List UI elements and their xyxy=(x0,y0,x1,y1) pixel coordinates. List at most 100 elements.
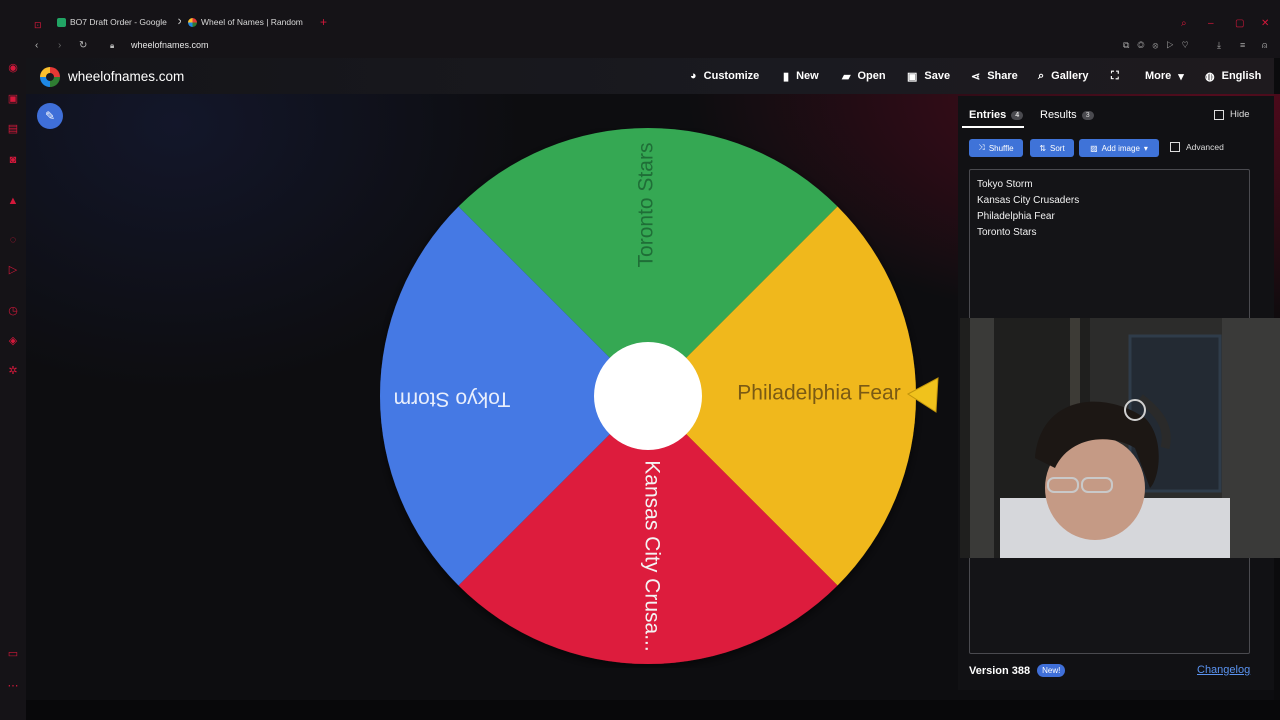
pencil-icon: ✎ xyxy=(44,109,56,123)
nav-label: Save xyxy=(924,70,951,82)
nav-open[interactable]: ▰ Open xyxy=(842,66,886,86)
tab-results[interactable]: Results 3 xyxy=(1040,109,1094,121)
fullscreen-button[interactable]: ⛶ xyxy=(1111,66,1119,86)
sidebar-twitch-icon[interactable]: ▤ xyxy=(7,123,19,135)
tab-entries[interactable]: Entries 4 xyxy=(969,109,1024,121)
new-badge: New! xyxy=(1037,664,1066,677)
sidebar-instagram-icon[interactable]: ◙ xyxy=(7,154,19,166)
version-info: Version 388 New! xyxy=(969,664,1066,677)
nav-more[interactable]: More ▾ xyxy=(1145,66,1184,86)
version-label: Version 388 xyxy=(969,664,1031,677)
nav-customize[interactable]: ◕ Customize xyxy=(690,66,759,86)
chevron-down-icon: ▾ xyxy=(1178,70,1184,83)
browser-tab-wheel[interactable]: Wheel of Names | Random ✕ xyxy=(188,13,314,31)
edit-title-button[interactable]: ✎ xyxy=(37,103,63,129)
nav-share[interactable]: ⋖ Share xyxy=(971,66,1018,86)
webcam-overlay xyxy=(960,318,1280,558)
shuffle-label: Shuffle xyxy=(988,143,1014,153)
save-icon: ▣ xyxy=(907,70,918,83)
lock-icon: 🔒︎ xyxy=(110,41,115,50)
palette-icon: ◕ xyxy=(690,70,697,82)
wheel-logo-icon[interactable] xyxy=(40,67,60,87)
entry-line[interactable]: Philadelphia Fear xyxy=(977,211,1055,222)
shuffle-icon: ⤨ xyxy=(978,143,985,152)
file-icon: ▮ xyxy=(783,70,790,83)
sidebar-cube-icon[interactable]: ◈ xyxy=(7,335,19,347)
brand-title[interactable]: wheelofnames.com xyxy=(68,69,184,84)
hide-toggle[interactable]: Hide xyxy=(1214,109,1250,120)
folder-icon: ▰ xyxy=(842,70,851,83)
share-icon: ⋖ xyxy=(971,70,981,83)
nav-language[interactable]: ◍ English xyxy=(1205,66,1261,86)
add-image-label: Add image xyxy=(1101,143,1140,153)
nav-new[interactable]: ▮ New xyxy=(783,66,819,86)
sidebar-settings-icon[interactable]: ✲ xyxy=(7,365,19,377)
reload-icon[interactable]: ↻ xyxy=(79,40,87,51)
nav-label: Gallery xyxy=(1051,70,1089,82)
back-icon[interactable]: ‹ xyxy=(35,40,38,51)
entry-line[interactable]: Tokyo Storm xyxy=(977,179,1033,190)
menu-icon[interactable]: ≡ xyxy=(1240,40,1245,50)
sidebar-aria-icon[interactable]: ▲ xyxy=(7,195,19,207)
browser-tab-sheets[interactable]: BO7 Draft Order - Google ✕ xyxy=(57,13,181,31)
close-tab-icon[interactable]: ✕ xyxy=(177,17,181,28)
sidebar-play-icon[interactable]: ▷ xyxy=(7,264,19,276)
changelog-link[interactable]: Changelog xyxy=(1197,664,1250,676)
chevron-down-icon: ▾ xyxy=(1143,143,1148,153)
wheel-label-kansas: Kansas City Crusa... xyxy=(640,460,663,651)
browser-sidebar: ◎ ◉ ▣ ▤ ◙ ▲ ◌ ▷ ◷ ◈ ✲ ▭ ⋯ xyxy=(0,0,26,720)
wheel-center[interactable] xyxy=(594,342,702,450)
tab-label: Entries xyxy=(969,109,1007,121)
tab-title: BO7 Draft Order - Google xyxy=(70,17,167,27)
sort-button[interactable]: ⇅ Sort xyxy=(1030,139,1074,157)
browser-tab-bar: ⊡ BO7 Draft Order - Google ✕ Wheel of Na… xyxy=(0,0,1280,34)
nav-label: Customize xyxy=(703,70,760,82)
hide-label: Hide xyxy=(1230,109,1250,120)
sidebar-app-icon[interactable]: ◉ xyxy=(7,62,19,74)
sidebar-panel-icon[interactable]: ▭ xyxy=(7,648,19,660)
search-icon: ⌕ xyxy=(1038,69,1045,82)
sidebar-whatsapp-icon[interactable]: ◌ xyxy=(7,234,19,246)
entry-line[interactable]: Toronto Stars xyxy=(977,227,1036,238)
sheets-icon xyxy=(57,17,66,27)
close-tab-icon[interactable]: ✕ xyxy=(313,17,314,28)
shuffle-button[interactable]: ⤨ Shuffle xyxy=(969,139,1023,157)
minimize-icon[interactable]: – xyxy=(1208,14,1214,32)
tab-title: Wheel of Names | Random xyxy=(201,17,303,27)
fullscreen-icon: ⛶ xyxy=(1111,69,1119,82)
sidebar-more-icon[interactable]: ⋯ xyxy=(7,680,19,692)
close-window-icon[interactable]: ✕ xyxy=(1261,14,1269,32)
nav-gallery[interactable]: ⌕ Gallery xyxy=(1038,66,1088,86)
add-image-button[interactable]: ▨ Add image ▾ xyxy=(1079,139,1159,157)
nav-label: New xyxy=(796,70,819,82)
wheel-label-toronto: Toronto Stars xyxy=(635,143,658,268)
download-icon[interactable]: ⤓ xyxy=(1217,40,1221,51)
advanced-checkbox[interactable] xyxy=(1170,142,1180,152)
sort-label: Sort xyxy=(1050,143,1065,153)
globe-icon: ◍ xyxy=(1205,70,1215,83)
nav-label: More xyxy=(1145,70,1172,82)
url-text[interactable]: wheelofnames.com xyxy=(131,40,209,50)
name-wheel[interactable]: Toronto Stars Philadelphia Fear Kansas C… xyxy=(380,128,950,668)
page-bottom-bar xyxy=(26,700,1280,720)
entry-line[interactable]: Kansas City Crusaders xyxy=(977,195,1079,206)
search-tabs-icon[interactable]: ⌕ xyxy=(1181,14,1187,32)
hide-checkbox[interactable] xyxy=(1214,109,1224,120)
advanced-toggle[interactable]: Advanced xyxy=(1170,142,1224,152)
new-tab-button[interactable]: + xyxy=(320,13,327,31)
sidebar-clock-icon[interactable]: ◷ xyxy=(7,305,19,317)
nav-save[interactable]: ▣ Save xyxy=(907,66,950,86)
sort-icon: ⇅ xyxy=(1039,143,1047,153)
nav-label: Open xyxy=(857,70,886,82)
maximize-icon[interactable]: ▢ xyxy=(1235,14,1244,32)
toolbar-icons[interactable]: ⧉◎⊗▷♡ xyxy=(1123,40,1197,51)
wheel-label-tokyo: Tokyo Storm xyxy=(394,387,511,410)
results-count-badge: 3 xyxy=(1081,110,1094,120)
tab-label: Results xyxy=(1040,109,1077,121)
sidebar-bag-icon[interactable]: ▣ xyxy=(7,93,19,105)
tab-icon-game[interactable]: ⊡ xyxy=(34,16,42,34)
image-icon: ▨ xyxy=(1090,143,1098,153)
profile-icon[interactable]: ⍝ xyxy=(1262,40,1267,51)
forward-icon[interactable]: › xyxy=(58,40,61,51)
wheel-favicon-icon xyxy=(188,17,197,27)
